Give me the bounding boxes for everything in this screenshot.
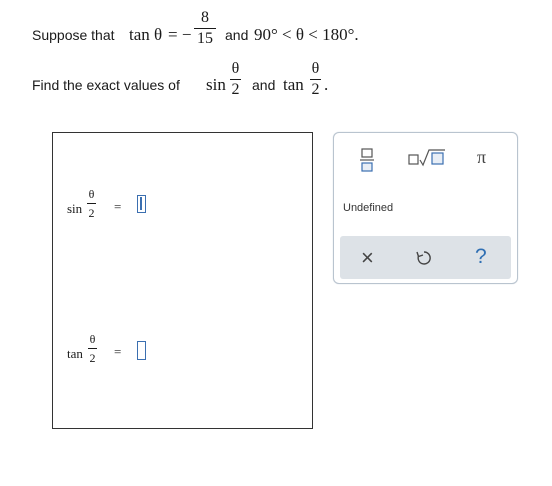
help-button[interactable]: ?: [475, 245, 487, 269]
two-denominator: 2: [89, 351, 96, 365]
answer-equals-2: =: [114, 344, 122, 359]
pi-button[interactable]: π: [477, 147, 486, 168]
tan-fraction-numerator: 8: [201, 9, 209, 26]
tan-label: tan: [283, 75, 304, 94]
equals-minus: = −: [168, 25, 192, 44]
answer-tan-fraction: θ 2: [88, 333, 97, 364]
fraction-icon[interactable]: [360, 148, 374, 172]
answer-tan-label: tan: [67, 346, 83, 361]
prompt-find-text: Find the exact values of: [32, 77, 180, 93]
clear-button[interactable]: ×: [361, 245, 374, 271]
undo-icon[interactable]: [415, 249, 433, 267]
square-root-icon[interactable]: [408, 148, 446, 168]
tan-fraction-denominator: 15: [197, 30, 213, 47]
tan-fraction: 8 15: [194, 10, 216, 47]
tan-theta-expression: tan θ: [129, 25, 163, 44]
period: .: [324, 75, 329, 94]
answer-sin-label: sin: [67, 201, 83, 216]
theta-numerator: θ: [88, 187, 95, 201]
answer-equals-1: =: [114, 199, 122, 214]
fraction-bar: [230, 79, 241, 80]
sin-answer-input[interactable]: [137, 195, 146, 213]
and-text: and: [225, 27, 249, 43]
theta-numerator: θ: [311, 60, 320, 77]
theta-numerator: θ: [231, 60, 240, 77]
fraction-bar: [87, 203, 96, 204]
two-denominator: 2: [311, 81, 320, 98]
answer-area: [52, 132, 313, 429]
answer-sin-fraction: θ 2: [87, 188, 96, 219]
two-denominator: 2: [88, 206, 95, 220]
sin-half-angle-fraction: θ 2: [230, 61, 241, 98]
tan-half-angle-fraction: θ 2: [310, 61, 321, 98]
sin-label: sin: [206, 75, 226, 94]
and-text-2: and: [252, 77, 276, 93]
fraction-bar: [194, 28, 216, 29]
undefined-button[interactable]: Undefined: [343, 202, 393, 214]
fraction-bar: [88, 348, 97, 349]
two-denominator: 2: [231, 81, 240, 98]
theta-range: 90° < θ < 180°.: [254, 25, 359, 44]
fraction-bar: [310, 79, 321, 80]
prompt-suppose-text: Suppose that: [32, 27, 115, 43]
text-cursor: [140, 197, 142, 210]
tan-answer-input[interactable]: [137, 341, 146, 360]
theta-numerator: θ: [89, 332, 96, 346]
